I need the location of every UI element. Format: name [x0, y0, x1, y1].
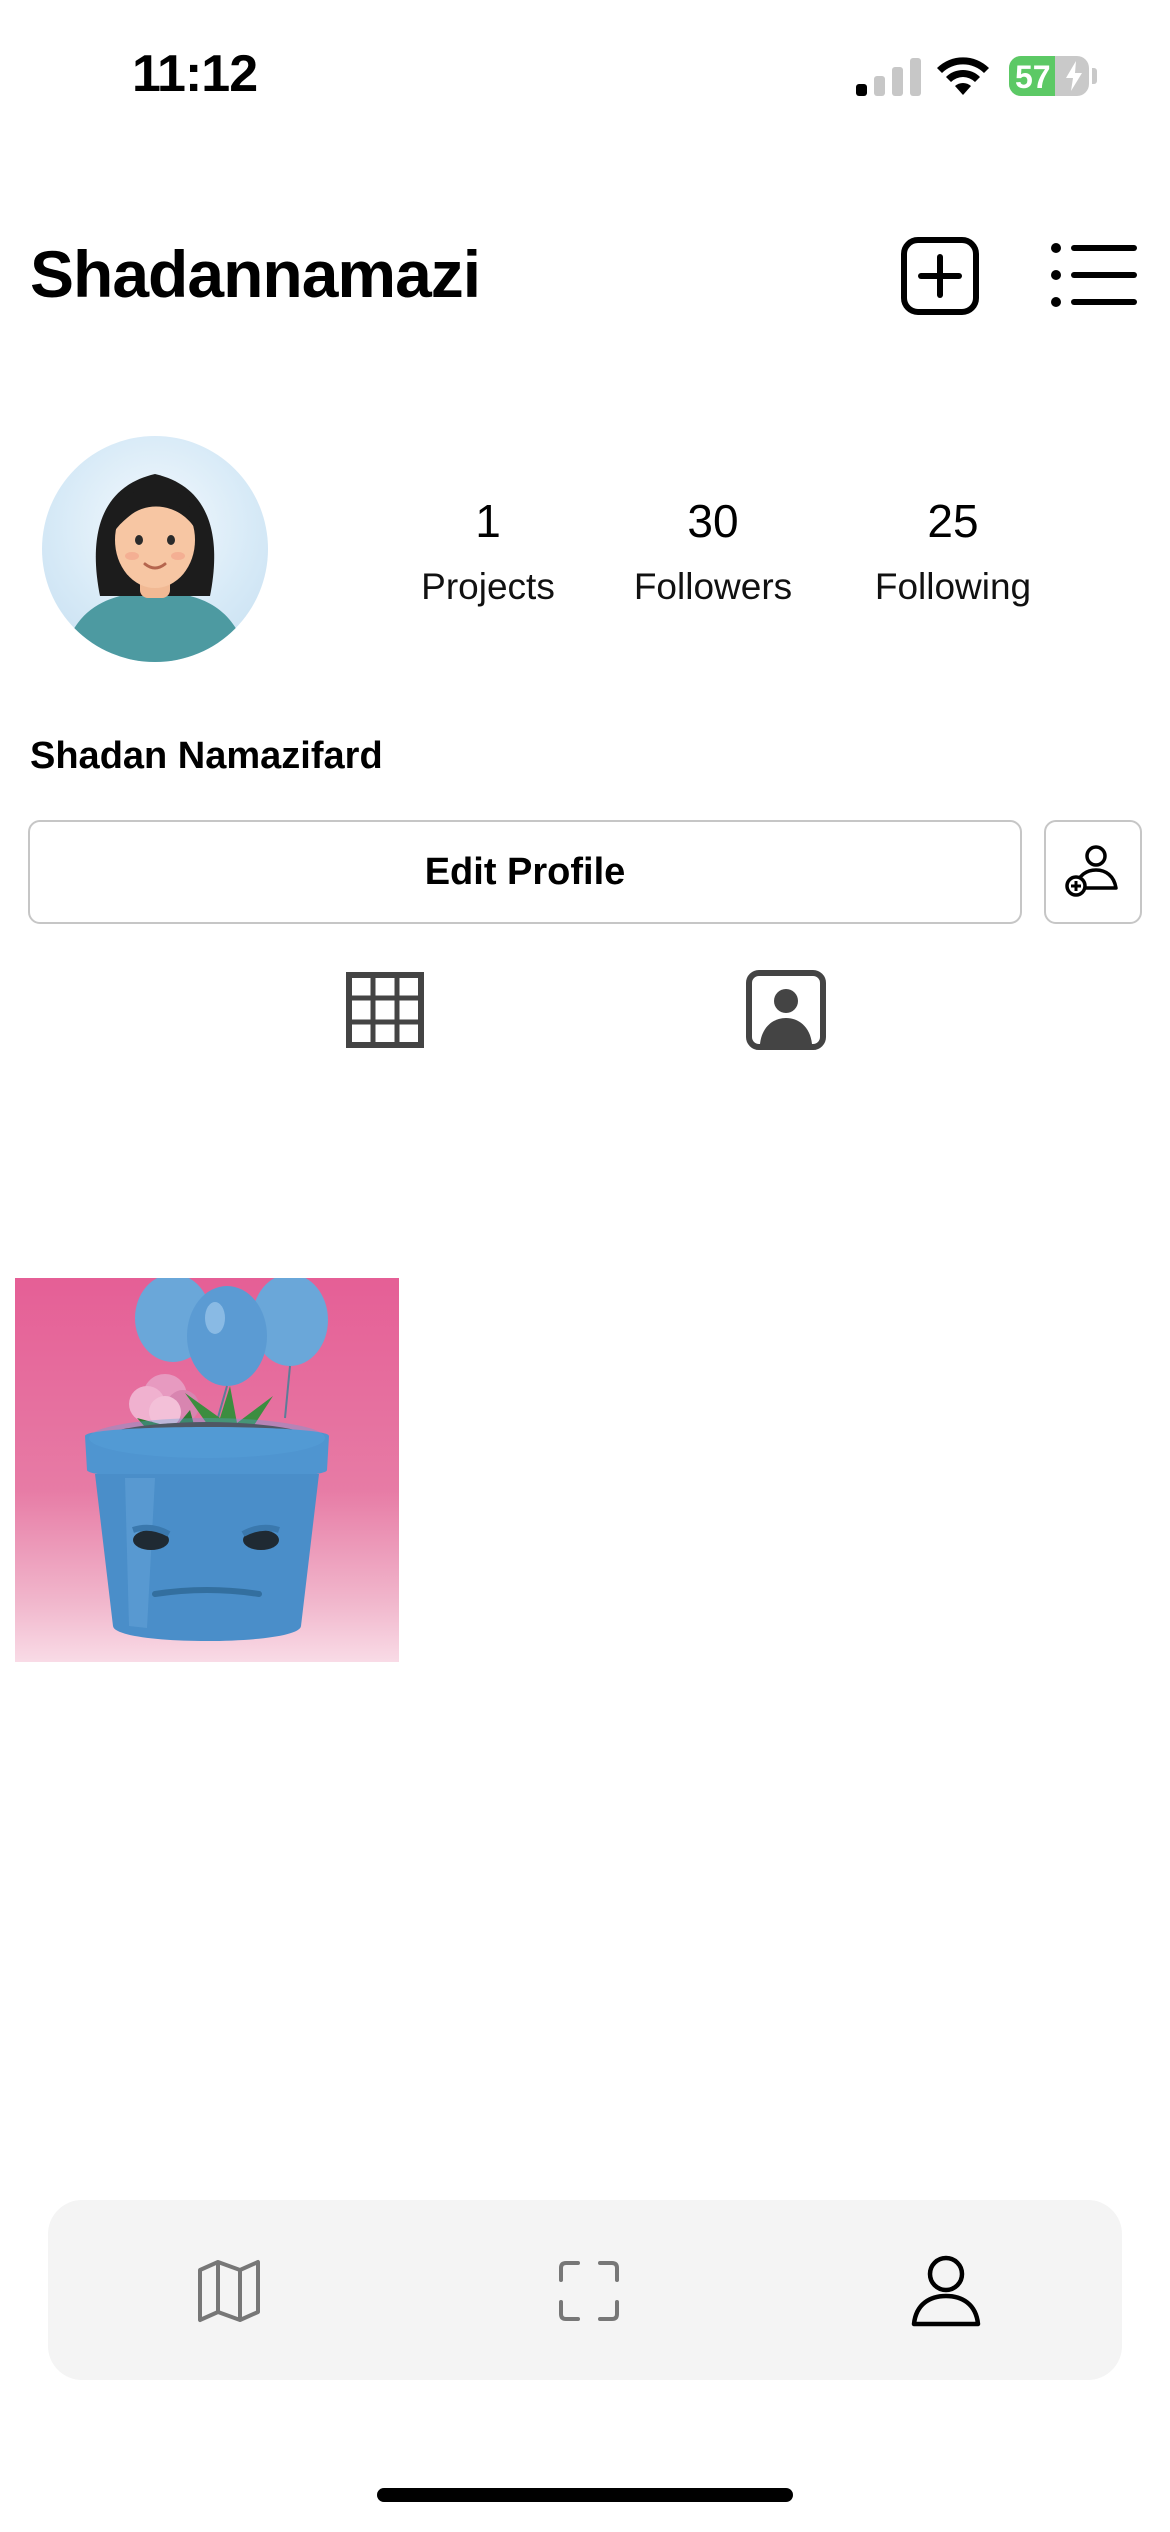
stat-value: 30 [687, 495, 739, 547]
profile-icon[interactable] [910, 2254, 982, 2328]
stat-projects[interactable]: 1 Projects [398, 494, 578, 608]
edit-profile-button[interactable]: Edit Profile [28, 820, 1022, 924]
wifi-icon [937, 57, 989, 95]
add-user-icon [1065, 845, 1118, 897]
stat-label: Projects [421, 566, 555, 607]
add-user-button[interactable] [1044, 820, 1142, 924]
tagged-person-icon[interactable] [746, 970, 826, 1050]
profile-username: Shadannamazi [30, 237, 481, 311]
map-icon[interactable] [196, 2258, 262, 2324]
scan-icon[interactable] [558, 2260, 620, 2322]
battery-tip [1092, 68, 1097, 84]
home-indicator[interactable] [377, 2488, 793, 2502]
stat-followers[interactable]: 30 Followers [613, 494, 813, 608]
stat-following[interactable]: 25 Following [853, 494, 1053, 608]
profile-avatar[interactable] [42, 436, 268, 662]
stat-label: Followers [633, 566, 793, 607]
battery-icon: 57 [1009, 56, 1089, 96]
cartoon-woman-avatar [62, 474, 248, 662]
list-menu-icon[interactable] [1050, 240, 1138, 310]
stat-value: 25 [927, 495, 979, 547]
edit-profile-label: Edit Profile [424, 850, 626, 893]
status-time: 11:12 [132, 45, 258, 103]
bottom-tab-bar [48, 2200, 1122, 2380]
stat-value: 1 [475, 495, 501, 547]
stat-label: Following [874, 566, 1032, 607]
plus-square-icon[interactable] [900, 236, 980, 316]
charging-bolt-icon [1066, 61, 1082, 91]
post-thumbnail[interactable] [15, 1278, 399, 1662]
grid-icon[interactable] [346, 972, 424, 1048]
blue-flower-pot-with-balloons [85, 1278, 329, 1641]
profile-full-name: Shadan Namazifard [30, 735, 383, 777]
battery-percent: 57 [1015, 59, 1051, 95]
cellular-signal-icon [856, 58, 921, 96]
